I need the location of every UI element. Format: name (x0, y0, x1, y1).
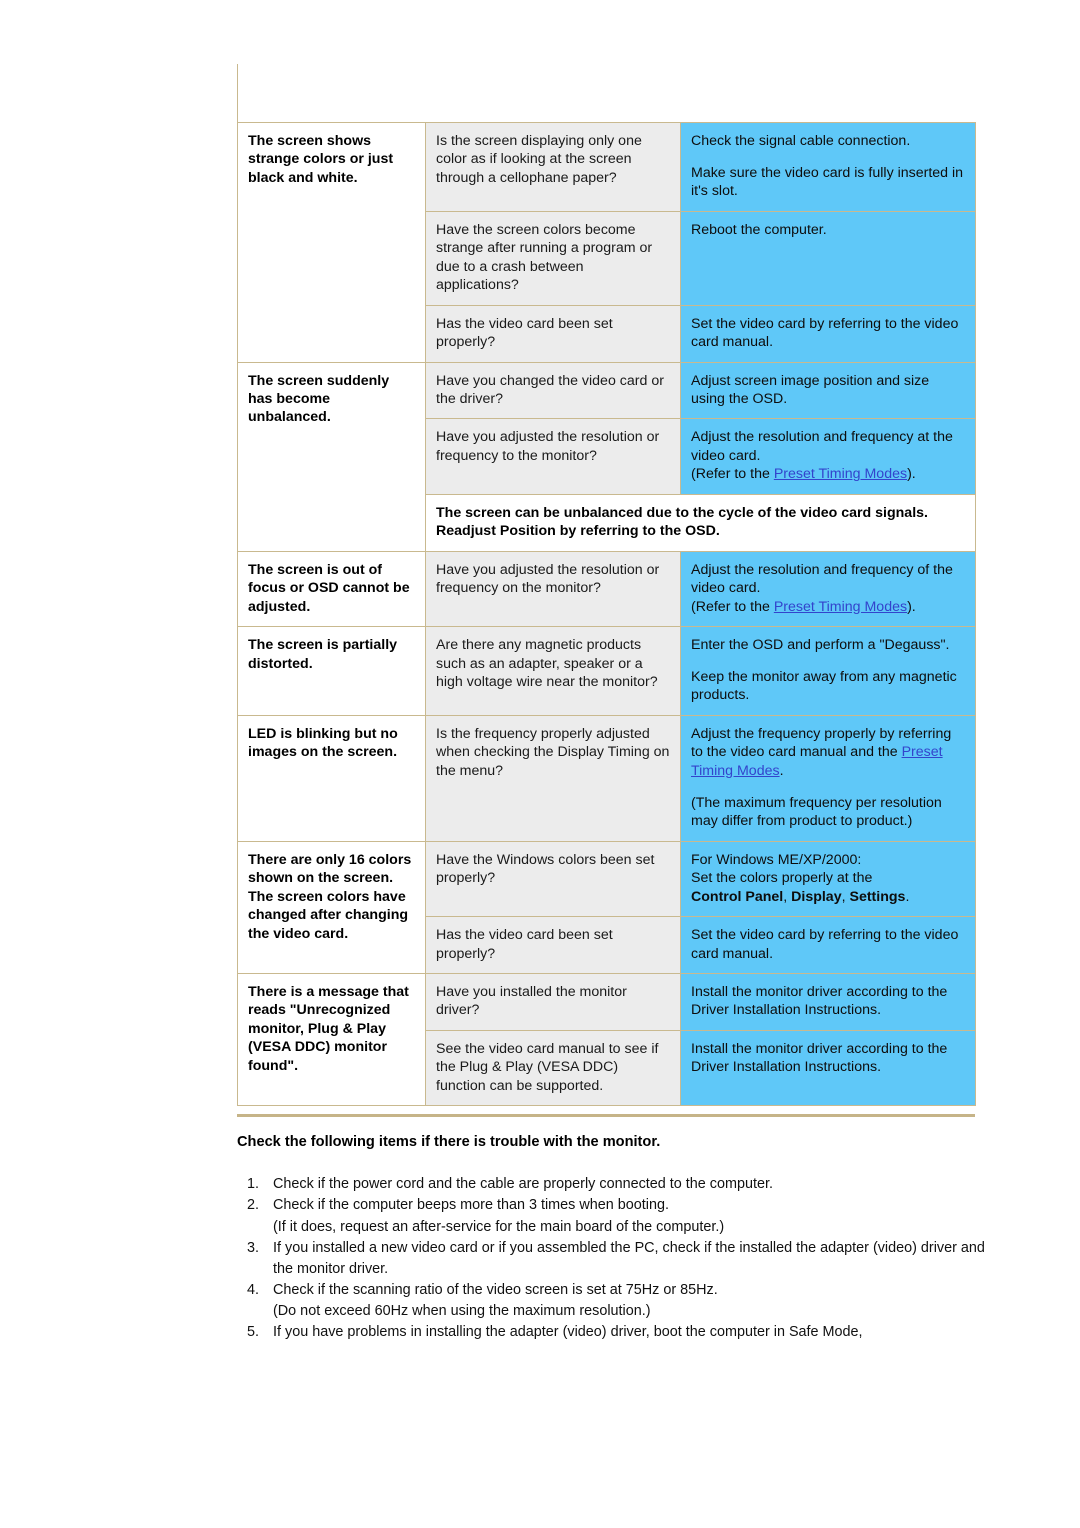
refer-prefix: (Refer to the (691, 466, 774, 483)
spanning-note-cell: The screen can be unbalanced due to the … (425, 493, 976, 552)
display-label: Display (791, 888, 842, 905)
solution-os-line: For Windows ME/XP/2000: (691, 851, 862, 868)
solution-line: Make sure the video card is fully insert… (691, 164, 964, 200)
table-row: The screen is out of focus or OSD cannot… (237, 550, 976, 628)
checklist: Check if the power cord and the cable ar… (237, 1174, 997, 1343)
list-item-text: Check if the scanning ratio of the video… (273, 1282, 718, 1299)
list-item-text: Check if the power cord and the cable ar… (273, 1176, 773, 1193)
solution-cell: Adjust screen image position and size us… (680, 361, 976, 420)
list-item-text: If you have problems in installing the a… (273, 1324, 863, 1341)
symptom-cell: There is a message that reads "Unrecogni… (237, 972, 426, 1107)
list-item: Check if the power cord and the cable ar… (263, 1174, 997, 1195)
solution-cell: Adjust the resolution and frequency at t… (680, 418, 976, 495)
solution-cell: Set the video card by referring to the v… (680, 916, 976, 974)
check-cell: Have you changed the video card or the d… (425, 361, 681, 420)
solution-cell: Reboot the computer. (680, 210, 976, 306)
solution-cell: Adjust the frequency properly by referri… (680, 714, 976, 842)
solution-line: Adjust the resolution and frequency at t… (691, 429, 953, 464)
list-item-subtext: (Do not exceed 60Hz when using the maxim… (273, 1303, 651, 1320)
solution-cell: Install the monitor driver according to … (680, 972, 976, 1031)
solution-line: Set the video card by referring to the v… (691, 927, 959, 962)
troubleshooting-table: The screen shows strange colors or just … (237, 122, 976, 1107)
control-panel-label: Control Panel (691, 888, 784, 905)
symptom-cell: The screen is out of focus or OSD cannot… (237, 550, 426, 628)
check-cell: Have you adjusted the resolution or freq… (425, 550, 681, 628)
table-row: The screen suddenly has become unbalance… (237, 361, 976, 552)
left-vertical-rule (237, 64, 238, 122)
list-item-text: Check if the computer beeps more than 3 … (273, 1197, 669, 1214)
solution-line: Check the signal cable connection. (691, 133, 911, 149)
solution-cell: For Windows ME/XP/2000: Set the colors p… (680, 840, 976, 918)
list-item: Check if the scanning ratio of the video… (263, 1280, 997, 1322)
table-row: There are only 16 colors shown on the sc… (237, 840, 976, 974)
solution-cell: Enter the OSD and perform a "Degauss". K… (680, 626, 976, 716)
refer-suffix: ). (907, 598, 916, 615)
settings-label: Settings (849, 888, 906, 905)
page-root: The screen shows strange colors or just … (0, 0, 1080, 1528)
footer-heading: Check the following items if there is tr… (237, 1134, 661, 1151)
solution-cell: Adjust the resolution and frequency of t… (680, 550, 976, 628)
check-cell: Has the video card been set properly? (425, 916, 681, 974)
symptom-cell: The screen suddenly has become unbalance… (237, 361, 426, 552)
table-row: The screen is partially distorted. Are t… (237, 626, 976, 716)
check-cell: See the video card manual to see if the … (425, 1029, 681, 1107)
table-row: The screen shows strange colors or just … (237, 122, 976, 363)
solution-line: Install the monitor driver according to … (691, 1040, 948, 1076)
refer-suffix: ). (907, 466, 916, 483)
solution-line: Adjust screen image position and size us… (691, 372, 930, 408)
symptom-cell: The screen shows strange colors or just … (237, 122, 426, 363)
solution-line: Keep the monitor away from any magnetic … (691, 669, 957, 704)
footer-section: Check the following items if there is tr… (237, 1134, 997, 1343)
refer-prefix: (Refer to the (691, 598, 774, 615)
solution-line: Set the video card by referring to the v… (691, 315, 959, 351)
section-divider (237, 1114, 975, 1118)
solution-line: Reboot the computer. (691, 221, 827, 238)
check-cell: Have you adjusted the resolution or freq… (425, 418, 681, 495)
solution-cell: Set the video card by referring to the v… (680, 304, 976, 363)
symptom-cell: LED is blinking but no images on the scr… (237, 714, 426, 842)
link-suffix: . (779, 762, 784, 779)
check-cell: Have the Windows colors been set properl… (425, 840, 681, 918)
list-item-subtext: (If it does, request an after-service fo… (273, 1218, 725, 1235)
check-cell: Is the screen displaying only one color … (425, 122, 681, 212)
list-item: If you have problems in installing the a… (263, 1322, 997, 1343)
solution-cell: Check the signal cable connection. Make … (680, 122, 976, 212)
symptom-cell: There are only 16 colors shown on the sc… (237, 840, 426, 974)
table-row: There is a message that reads "Unrecogni… (237, 972, 976, 1107)
solution-line: Install the monitor driver according to … (691, 983, 948, 1019)
list-item: Check if the computer beeps more than 3 … (263, 1195, 997, 1237)
symptom-cell: The screen is partially distorted. (237, 626, 426, 716)
check-cell: Are there any magnetic products such as … (425, 626, 681, 716)
bold-end-punct: . (905, 888, 910, 905)
solution-line: Enter the OSD and perform a "Degauss". (691, 637, 950, 654)
check-cell: Has the video card been set properly? (425, 304, 681, 363)
list-item-text: If you installed a new video card or if … (273, 1239, 985, 1277)
check-cell: Have you installed the monitor driver? (425, 972, 681, 1031)
troubleshooting-table-container: The screen shows strange colors or just … (237, 122, 976, 1107)
solution-line: Adjust the resolution and frequency of t… (691, 561, 953, 597)
table-row: LED is blinking but no images on the scr… (237, 714, 976, 842)
preset-timing-modes-link[interactable]: Preset Timing Modes (774, 466, 907, 482)
solution-note: (The maximum frequency per resolution ma… (691, 794, 942, 830)
solution-set-line: Set the colors properly at the (691, 870, 873, 887)
troubleshooting-table-body: The screen shows strange colors or just … (237, 122, 976, 1107)
solution-cell: Install the monitor driver according to … (680, 1029, 976, 1107)
check-cell: Is the frequency properly adjusted when … (425, 714, 681, 842)
check-cell: Have the screen colors become strange af… (425, 210, 681, 306)
list-item: If you installed a new video card or if … (263, 1238, 997, 1280)
preset-timing-modes-link[interactable]: Preset Timing Modes (774, 599, 907, 615)
